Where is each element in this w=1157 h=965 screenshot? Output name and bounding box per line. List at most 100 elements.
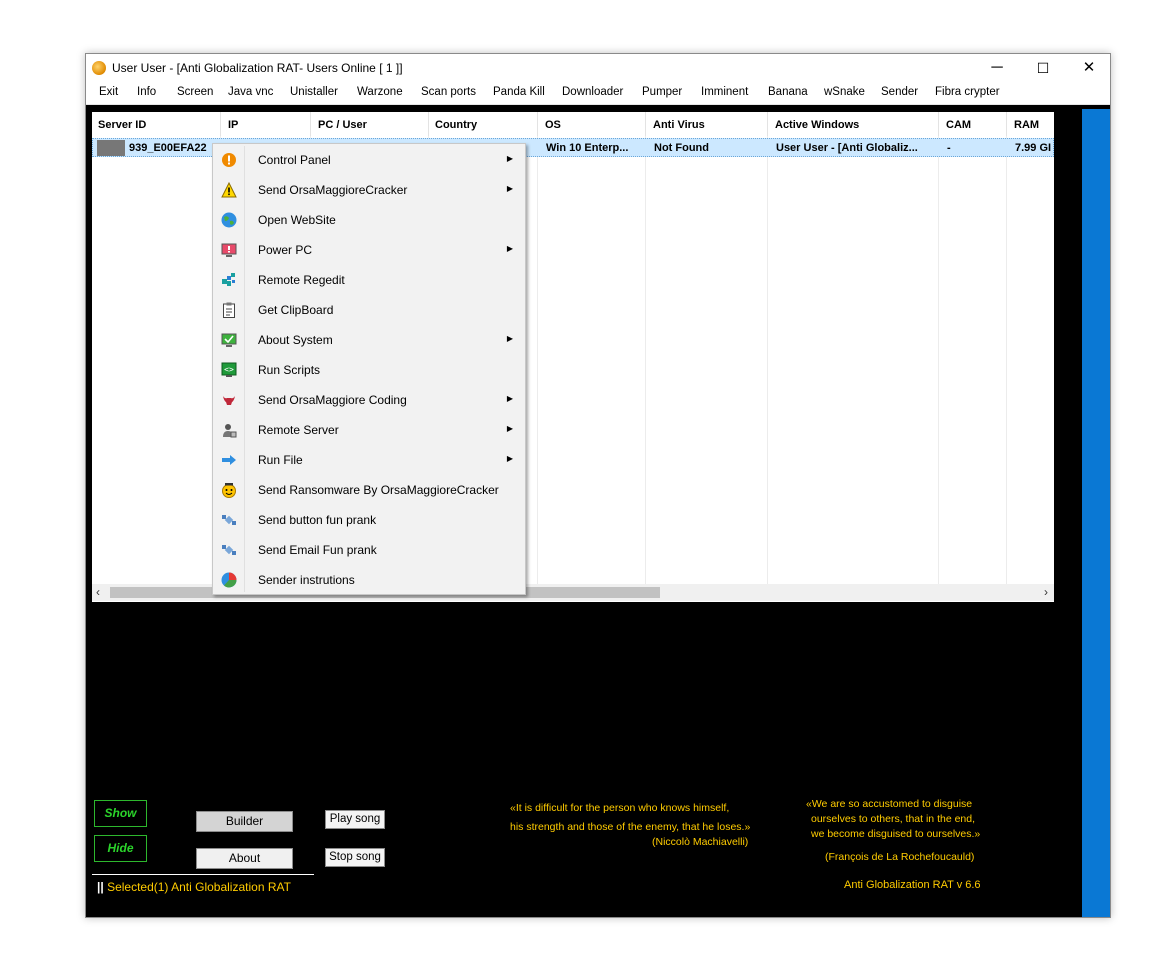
menu-sender[interactable]: Sender (881, 86, 918, 98)
ctx-control-panel[interactable]: Control Panel ▶ (215, 145, 523, 175)
menu-exit[interactable]: Exit (99, 86, 118, 98)
menu-scan-ports[interactable]: Scan ports (421, 86, 476, 98)
menu-screen[interactable]: Screen (177, 86, 213, 98)
menu-warzone[interactable]: Warzone (357, 86, 403, 98)
column-separator (767, 112, 768, 136)
column-ip[interactable]: IP (228, 119, 238, 131)
arrow-right-icon (221, 452, 237, 468)
column-server-id[interactable]: Server ID (98, 119, 146, 131)
quote-1-author: (Niccolò Machiavelli) (652, 836, 749, 848)
ctx-label: Open WebSite (258, 213, 336, 227)
stop-song-button[interactable]: Stop song (325, 848, 385, 867)
screen-thumbnail (97, 140, 125, 156)
quote-2-author: (François de La Rochefoucauld) (825, 851, 975, 863)
window-title: User User - [Anti Globalization RAT- Use… (112, 61, 403, 75)
builder-button[interactable]: Builder (196, 811, 293, 832)
ctx-run-scripts[interactable]: <> Run Scripts (215, 355, 523, 385)
cell-os: Win 10 Enterp... (546, 142, 629, 154)
column-active-windows[interactable]: Active Windows (775, 119, 859, 131)
scroll-left-icon[interactable]: ‹ (96, 585, 100, 599)
close-button[interactable]: ✕ (1066, 54, 1112, 84)
menu-wsnake[interactable]: wSnake (824, 86, 865, 98)
warning-orange-icon (221, 152, 237, 168)
minimize-button[interactable]: ─ (974, 54, 1020, 84)
menu-bar: Exit Info Screen Java vnc Unistaller War… (86, 84, 1110, 105)
menu-unistaller[interactable]: Unistaller (290, 86, 338, 98)
about-button[interactable]: About (196, 848, 293, 869)
quote-1-line-2: his strength and those of the enemy, tha… (510, 821, 751, 833)
cell-ram: 7.99 GI (1015, 142, 1052, 154)
menu-panda-kill[interactable]: Panda Kill (493, 86, 545, 98)
play-song-button[interactable]: Play song (325, 810, 385, 829)
maximize-button[interactable]: ☐ (1020, 54, 1066, 84)
smiley-icon (221, 482, 237, 498)
menu-java-vnc[interactable]: Java vnc (228, 86, 273, 98)
column-separator (310, 112, 311, 136)
menu-pumper[interactable]: Pumper (642, 86, 682, 98)
ctx-send-orsamaggiorecracker[interactable]: Send OrsaMaggioreCracker ▶ (215, 175, 523, 205)
column-pc-user[interactable]: PC / User (318, 119, 367, 131)
ctx-label: Send OrsaMaggioreCracker (258, 183, 408, 197)
grid-line (938, 136, 939, 586)
ctx-open-website[interactable]: Open WebSite (215, 205, 523, 235)
menu-fibra-crypter[interactable]: Fibra crypter (935, 86, 1000, 98)
ctx-label: Send button fun prank (258, 513, 377, 527)
submenu-arrow-icon: ▶ (506, 424, 513, 433)
column-ram[interactable]: RAM (1014, 119, 1039, 131)
ctx-power-pc[interactable]: Power PC ▶ (215, 235, 523, 265)
status-text: || Selected(1) Anti Globalization RAT (97, 880, 291, 894)
menu-banana[interactable]: Banana (768, 86, 808, 98)
submenu-arrow-icon: ▶ (506, 244, 513, 253)
column-separator (1006, 112, 1007, 136)
ctx-label: Get ClipBoard (258, 303, 334, 317)
column-cam[interactable]: CAM (946, 119, 971, 131)
version-label: Anti Globalization RAT v 6.6 (844, 879, 981, 891)
ctx-remote-regedit[interactable]: Remote Regedit (215, 265, 523, 295)
script-icon: <> (221, 362, 237, 378)
ctx-label: About System (258, 333, 333, 347)
monitor-alert-icon (221, 242, 237, 258)
menu-downloader[interactable]: Downloader (562, 86, 623, 98)
quote-2-line-2: ourselves to others, that in the end, (811, 813, 976, 825)
column-os[interactable]: OS (545, 119, 561, 131)
app-icon (92, 61, 106, 75)
ctx-label: Control Panel (258, 153, 331, 167)
ctx-label: Send Email Fun prank (258, 543, 377, 557)
column-separator (537, 112, 538, 136)
ctx-remote-server[interactable]: Remote Server ▶ (215, 415, 523, 445)
column-country[interactable]: Country (435, 119, 477, 131)
table-header: Server ID IP PC / User Country OS Anti V… (92, 112, 1054, 136)
grid-line (1006, 136, 1007, 586)
ctx-run-file[interactable]: Run File ▶ (215, 445, 523, 475)
pie-icon (221, 572, 237, 588)
column-antivirus[interactable]: Anti Virus (653, 119, 705, 131)
ctx-label: Run Scripts (258, 363, 321, 377)
ctx-send-ransomware[interactable]: Send Ransomware By OrsaMaggioreCracker (215, 475, 523, 505)
menu-info[interactable]: Info (137, 86, 156, 98)
ctx-get-clipboard[interactable]: Get ClipBoard (215, 295, 523, 325)
ctx-label: Sender instrutions (258, 573, 355, 587)
user-server-icon (221, 422, 237, 438)
ctx-label: Remote Regedit (258, 273, 345, 287)
cell-active-windows: User User - [Anti Globaliz... (776, 142, 918, 154)
menu-imminent[interactable]: Imminent (701, 86, 748, 98)
title-bar[interactable]: User User - [Anti Globalization RAT- Use… (86, 54, 1110, 84)
hide-button[interactable]: Hide (94, 835, 147, 862)
submenu-arrow-icon: ▶ (506, 454, 513, 463)
status-divider (92, 874, 314, 875)
scroll-right-icon[interactable]: › (1044, 585, 1048, 599)
cell-antivirus: Not Found (654, 142, 709, 154)
ctx-sender-instrutions[interactable]: Sender instrutions (215, 565, 523, 595)
column-separator (938, 112, 939, 136)
clipboard-icon (221, 302, 237, 318)
ctx-label: Send OrsaMaggiore Coding (258, 393, 407, 407)
warning-triangle-icon (221, 181, 237, 198)
column-separator (220, 112, 221, 136)
show-button[interactable]: Show (94, 800, 147, 827)
ctx-send-orsamaggiore-coding[interactable]: Send OrsaMaggiore Coding ▶ (215, 385, 523, 415)
ctx-send-email-fun-prank[interactable]: Send Email Fun prank (215, 535, 523, 565)
ctx-about-system[interactable]: About System ▶ (215, 325, 523, 355)
bull-icon (221, 392, 237, 408)
submenu-arrow-icon: ▶ (506, 394, 513, 403)
ctx-send-button-fun-prank[interactable]: Send button fun prank (215, 505, 523, 535)
